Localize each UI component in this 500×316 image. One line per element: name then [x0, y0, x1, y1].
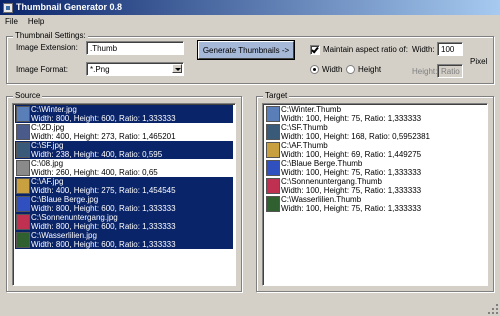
item-name: C:\SF.jpg — [31, 141, 64, 150]
image-thumbnail-icon — [266, 106, 280, 122]
list-item[interactable]: C:\2D.jpg Width: 400, Height: 273, Ratio… — [15, 123, 233, 141]
item-info: Width: 100, Height: 69, Ratio: 1,449275 — [281, 150, 422, 159]
image-thumbnail-icon — [16, 106, 30, 122]
item-name: C:\Wasserlilien.Thumb — [281, 195, 362, 204]
menu-file[interactable]: File — [0, 15, 23, 28]
image-thumbnail-icon — [16, 160, 30, 176]
image-format-select[interactable]: *.Png — [86, 62, 184, 76]
menu-help[interactable]: Help — [23, 15, 49, 28]
app-icon — [3, 2, 13, 13]
list-item[interactable]: C:\Winter.jpg Width: 800, Height: 600, R… — [15, 105, 233, 123]
thumbnail-settings-legend: Thumbnail Settings: — [13, 31, 88, 41]
check-icon — [311, 45, 319, 54]
image-thumbnail-icon — [16, 178, 30, 194]
list-item[interactable]: C:\08.jpg Width: 260, Height: 400, Ratio… — [15, 159, 233, 177]
chevron-down-icon[interactable] — [172, 64, 182, 73]
list-item[interactable]: C:\SF.Thumb Width: 100, Height: 168, Rat… — [265, 123, 485, 141]
source-list[interactable]: C:\Winter.jpg Width: 800, Height: 600, R… — [12, 103, 236, 286]
item-name: C:\2D.jpg — [31, 123, 65, 132]
radio-height-label: Height — [358, 65, 382, 74]
image-thumbnail-icon — [16, 232, 30, 248]
image-thumbnail-icon — [16, 124, 30, 140]
item-info: Width: 400, Height: 273, Ratio: 1,465201 — [31, 132, 176, 141]
item-info: Width: 800, Height: 600, Ratio: 1,333333 — [31, 204, 176, 213]
image-thumbnail-icon — [16, 214, 30, 230]
list-item[interactable]: C:\Blaue Berge.Thumb Width: 100, Height:… — [265, 159, 485, 177]
item-info: Width: 100, Height: 75, Ratio: 1,333333 — [281, 168, 422, 177]
list-item[interactable]: C:\Wasserlilien.Thumb Width: 100, Height… — [265, 195, 485, 213]
image-format-label: Image Format: — [16, 65, 69, 74]
image-format-value: *.Png — [90, 65, 110, 74]
item-info: Width: 800, Height: 600, Ratio: 1,333333 — [31, 114, 176, 123]
radio-width-label: Width — [322, 65, 343, 74]
radio-width[interactable] — [310, 65, 319, 74]
list-item[interactable]: C:\AF.Thumb Width: 100, Height: 69, Rati… — [265, 141, 485, 159]
image-thumbnail-icon — [266, 160, 280, 176]
item-info: Width: 800, Height: 600, Ratio: 1,333333 — [31, 222, 176, 231]
list-item[interactable]: C:\Wasserlilien.jpg Width: 800, Height: … — [15, 231, 233, 249]
item-name: C:\Blaue Berge.jpg — [31, 195, 99, 204]
list-item[interactable]: C:\SF.jpg Width: 238, Height: 400, Ratio… — [15, 141, 233, 159]
radio-height[interactable] — [346, 65, 355, 74]
radio-selected-dot — [313, 68, 316, 71]
width-label: Width: — [412, 45, 435, 54]
item-name: C:\Winter.jpg — [31, 105, 77, 114]
image-thumbnail-icon — [266, 124, 280, 140]
image-thumbnail-icon — [266, 142, 280, 158]
width-input[interactable]: 100 — [437, 42, 463, 56]
list-item[interactable]: C:\Sonnenuntergang.Thumb Width: 100, Hei… — [265, 177, 485, 195]
item-name: C:\SF.Thumb — [281, 123, 328, 132]
item-info: Width: 100, Height: 75, Ratio: 1,333333 — [281, 114, 422, 123]
image-extension-input[interactable]: .Thumb — [86, 41, 184, 55]
list-item[interactable]: C:\Winter.Thumb Width: 100, Height: 75, … — [265, 105, 485, 123]
image-extension-label: Image Extension: — [16, 43, 78, 52]
list-item[interactable]: C:\Blaue Berge.jpg Width: 800, Height: 6… — [15, 195, 233, 213]
resize-grip-icon[interactable] — [488, 304, 498, 314]
item-name: C:\Winter.Thumb — [281, 105, 342, 114]
item-name: C:\AF.Thumb — [281, 141, 328, 150]
item-info: Width: 100, Height: 75, Ratio: 1,333333 — [281, 186, 422, 195]
window-title: Thumbnail Generator 0.8 — [16, 2, 123, 12]
item-name: C:\Wasserlilien.jpg — [31, 231, 97, 240]
pixel-unit-label: Pixel — [470, 57, 488, 66]
item-info: Width: 238, Height: 400, Ratio: 0,595 — [31, 150, 163, 159]
item-name: C:\Sonnenuntergang.Thumb — [281, 177, 382, 186]
item-info: Width: 800, Height: 600, Ratio: 1,333333 — [31, 240, 176, 249]
list-item[interactable]: C:\AF.jpg Width: 400, Height: 275, Ratio… — [15, 177, 233, 195]
target-legend: Target — [263, 91, 290, 101]
item-name: C:\AF.jpg — [31, 177, 64, 186]
title-bar[interactable]: Thumbnail Generator 0.8 — [0, 0, 500, 15]
height-label: Height: — [412, 67, 438, 76]
image-thumbnail-icon — [16, 196, 30, 212]
item-info: Width: 100, Height: 168, Ratio: 0,595238… — [281, 132, 430, 141]
image-thumbnail-icon — [266, 196, 280, 212]
item-name: C:\Sonnenuntergang.jpg — [31, 213, 118, 222]
menu-bar: File Help — [0, 15, 500, 28]
item-info: Width: 100, Height: 75, Ratio: 1,333333 — [281, 204, 422, 213]
image-thumbnail-icon — [16, 142, 30, 158]
generate-thumbnails-button[interactable]: Generate Thumbnails -> — [198, 41, 294, 59]
height-input: Ratio — [437, 64, 463, 78]
maintain-aspect-checkbox[interactable] — [310, 45, 320, 55]
list-item[interactable]: C:\Sonnenuntergang.jpg Width: 800, Heigh… — [15, 213, 233, 231]
target-list[interactable]: C:\Winter.Thumb Width: 100, Height: 75, … — [262, 103, 488, 286]
item-info: Width: 260, Height: 400, Ratio: 0,65 — [31, 168, 158, 177]
item-name: C:\08.jpg — [31, 159, 64, 168]
item-name: C:\Blaue Berge.Thumb — [281, 159, 363, 168]
image-thumbnail-icon — [266, 178, 280, 194]
maintain-aspect-label: Maintain aspect ratio of: — [323, 45, 408, 54]
source-legend: Source — [13, 91, 43, 101]
item-info: Width: 400, Height: 275, Ratio: 1,454545 — [31, 186, 176, 195]
